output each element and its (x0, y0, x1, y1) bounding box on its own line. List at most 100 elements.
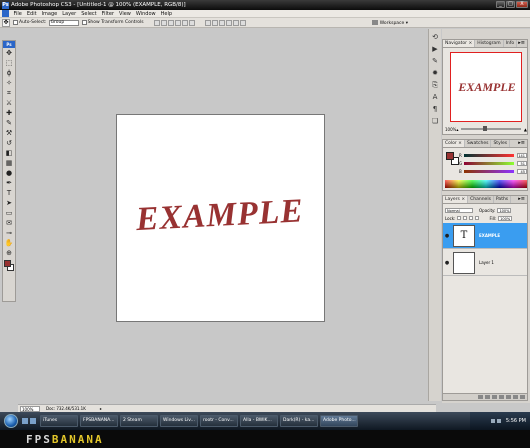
lock-transparency-icon[interactable] (457, 216, 462, 220)
menu-edit[interactable]: Edit (24, 11, 39, 17)
notes-tool-icon[interactable]: ✉ (4, 219, 14, 228)
channel-b-value[interactable]: 45 (517, 168, 527, 174)
link-layers-icon[interactable] (478, 395, 483, 399)
menu-view[interactable]: View (117, 11, 134, 17)
distribute-top-icon[interactable] (204, 19, 211, 26)
zoom-slider[interactable] (461, 126, 521, 131)
visibility-eye-icon[interactable]: ● (443, 260, 451, 266)
pen-tool-icon[interactable]: ✒ (4, 179, 14, 188)
paragraph-icon[interactable]: ¶ (431, 105, 439, 113)
taskbar-alla[interactable]: Alla - BWIK... (240, 415, 278, 427)
tab-styles[interactable]: Styles (491, 140, 511, 147)
layer-name[interactable]: Layer 1 (479, 260, 494, 265)
lasso-tool-icon[interactable]: ϕ (4, 69, 14, 78)
path-selection-tool-icon[interactable]: ➤ (4, 199, 14, 208)
clock[interactable]: 5:56 PM (506, 418, 526, 424)
layer-comps-icon[interactable]: ❏ (431, 117, 439, 125)
eraser-tool-icon[interactable]: ◧ (4, 149, 14, 158)
layer-mask-icon[interactable] (492, 395, 497, 399)
menu-window[interactable]: Window (133, 11, 158, 17)
color-spectrum-ramp[interactable] (445, 180, 527, 188)
distribute-center-icon[interactable] (232, 19, 239, 26)
healing-brush-tool-icon[interactable]: ✚ (4, 109, 14, 118)
menu-filter[interactable]: Filter (99, 11, 116, 17)
align-center-icon[interactable] (181, 19, 188, 26)
minimize-button[interactable]: _ (496, 1, 505, 8)
tab-swatches[interactable]: Swatches (465, 140, 492, 147)
zoom-field[interactable]: 100% (20, 405, 40, 412)
move-tool-icon[interactable]: ✥ (4, 49, 14, 58)
channel-r-value[interactable]: 141 (517, 152, 527, 158)
distribute-bottom-icon[interactable] (218, 19, 225, 26)
gradient-tool-icon[interactable]: ▦ (4, 159, 14, 168)
distribute-right-icon[interactable] (239, 19, 246, 26)
lock-all-icon[interactable] (475, 216, 480, 220)
taskbar-windows-live[interactable]: Windows Liv... (160, 415, 198, 427)
taskbar-dark[interactable]: Dark(R) - ka... (280, 415, 318, 427)
navigator-zoom-value[interactable]: 100% (445, 127, 456, 132)
close-button[interactable]: X (516, 1, 528, 8)
zoom-tool-icon[interactable]: ⊕ (4, 249, 14, 258)
tab-navigator[interactable]: Navigator × (443, 40, 476, 47)
align-middle-icon[interactable] (160, 19, 167, 26)
tab-channels[interactable]: Channels (468, 196, 494, 203)
tray-network-icon[interactable] (490, 419, 495, 423)
brush-tool-icon[interactable]: ✎ (4, 119, 14, 128)
align-top-icon[interactable] (153, 19, 160, 26)
clone-source-icon[interactable]: ⎘ (431, 81, 439, 89)
lock-position-icon[interactable] (469, 216, 474, 220)
new-layer-icon[interactable] (513, 395, 518, 399)
opacity-field[interactable]: 100% (497, 207, 512, 213)
auto-select-checkbox[interactable] (13, 20, 18, 25)
document-canvas[interactable]: EXAMPLE (116, 114, 325, 322)
channel-g-value[interactable]: 51 (517, 160, 527, 166)
align-left-icon[interactable] (174, 19, 181, 26)
delete-layer-icon[interactable] (520, 395, 525, 399)
layer-style-icon[interactable] (485, 395, 490, 399)
marquee-tool-icon[interactable]: ⬚ (4, 59, 14, 68)
color-menu-icon[interactable]: ▸≡ (518, 140, 527, 147)
maximize-button[interactable]: □ (506, 1, 515, 8)
show-transform-checkbox[interactable] (81, 20, 87, 25)
history-icon[interactable]: ⟲ (431, 33, 439, 41)
foreground-color-swatch[interactable] (4, 260, 11, 267)
align-bottom-icon[interactable] (167, 19, 174, 26)
eyedropper-tool-icon[interactable]: ⊸ (4, 229, 14, 238)
navigator-thumbnail[interactable]: EXAMPLE (450, 52, 522, 122)
taskbar-itunes[interactable]: iTunes (40, 415, 78, 427)
channel-b-slider[interactable] (463, 169, 514, 173)
visibility-eye-icon[interactable]: ● (443, 233, 451, 239)
clone-stamp-tool-icon[interactable]: ⚒ (4, 129, 14, 138)
taskbar-steam[interactable]: 2 Steam (120, 415, 158, 427)
tab-histogram[interactable]: Histogram (475, 40, 504, 47)
quick-launch-icon[interactable] (30, 418, 36, 424)
navigator-menu-icon[interactable]: ▸≡ (518, 40, 527, 47)
shape-tool-icon[interactable]: ▭ (4, 209, 14, 218)
layers-menu-icon[interactable]: ▸≡ (518, 196, 527, 203)
zoom-in-icon[interactable]: ▲ (524, 127, 527, 132)
channel-r-slider[interactable] (463, 153, 514, 157)
brushes-icon[interactable]: ✹ (431, 69, 439, 77)
workspace-menu[interactable]: Workspace ▾ (371, 20, 408, 26)
start-button[interactable] (4, 414, 18, 428)
crop-tool-icon[interactable]: ⌗ (4, 89, 14, 98)
distribute-left-icon[interactable] (225, 19, 232, 26)
align-right-icon[interactable] (188, 19, 195, 26)
layer-name[interactable]: EXAMPLE (479, 233, 500, 238)
tab-color[interactable]: Color × (443, 140, 465, 147)
tab-info[interactable]: Info (504, 40, 518, 47)
auto-select-dropdown[interactable]: Group (48, 19, 79, 26)
taskbar-fpsbanana[interactable]: FPSBANANA... (80, 415, 118, 427)
zoom-out-icon[interactable]: ▴ (456, 127, 458, 132)
color-panel-foreground-swatch[interactable] (446, 152, 454, 160)
actions-icon[interactable]: ▶ (431, 45, 439, 53)
channel-g-slider[interactable] (464, 161, 514, 165)
menu-select[interactable]: Select (79, 11, 99, 17)
tab-layers[interactable]: Layers × (443, 196, 469, 203)
quick-launch-icon[interactable] (22, 418, 28, 424)
fill-field[interactable]: 100% (498, 215, 513, 221)
dodge-tool-icon[interactable]: ● (4, 169, 14, 178)
lock-pixels-icon[interactable] (463, 216, 468, 220)
character-icon[interactable]: A (431, 93, 439, 101)
history-brush-tool-icon[interactable]: ↺ (4, 139, 14, 148)
